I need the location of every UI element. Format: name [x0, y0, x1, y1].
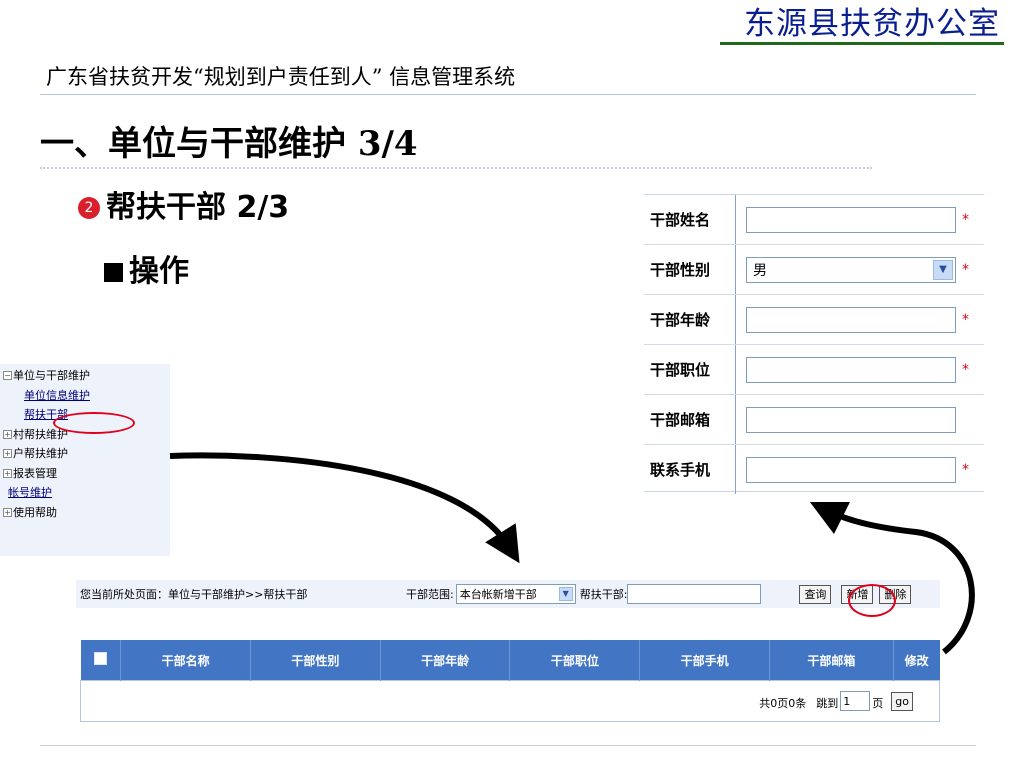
subsection-title: 帮扶干部 2/3 [106, 190, 290, 225]
select-all-checkbox[interactable] [93, 652, 107, 665]
nav-item-help[interactable]: + 使用帮助 [0, 503, 170, 523]
expand-icon[interactable]: + [3, 429, 12, 439]
page-summary: 共0页0条 [759, 697, 807, 710]
jump-label: 跳到 [816, 697, 839, 710]
toolbar: 您当前所处页面：单位与干部维护>>帮扶干部 干部范围: 本台帐新增干部 ▼ 帮扶… [76, 580, 940, 608]
form-label: 干部性别 [644, 245, 736, 294]
required-mark: * [962, 311, 969, 328]
column-header: 干部邮箱 [769, 640, 894, 681]
column-header: 干部手机 [639, 640, 770, 681]
nav-item-label: 户帮扶维护 [13, 447, 68, 460]
form-row-gender: 干部性别 男 ▼ * [644, 245, 984, 295]
cadre-table: 干部名称 干部性别 干部年龄 干部职位 干部手机 干部邮箱 修改 共0页0条 跳… [80, 640, 940, 722]
nav-item-unit-cadre[interactable]: − 单位与干部维护 [0, 366, 170, 386]
cadre-position-input[interactable] [746, 356, 956, 383]
org-title-underline [720, 42, 1004, 45]
cadre-phone-input[interactable] [746, 456, 956, 483]
required-mark: * [962, 261, 969, 278]
nav-item-label: 单位与干部维护 [13, 369, 90, 382]
form-row-position: 干部职位 * [644, 345, 984, 395]
column-header: 干部年龄 [380, 640, 511, 681]
column-header: 干部职位 [509, 640, 641, 681]
page-unit: 页 [872, 697, 884, 710]
cadre-age-input[interactable] [746, 306, 956, 333]
highlight-circle-help-cadre [53, 412, 135, 434]
required-mark: * [962, 461, 969, 478]
collapse-icon[interactable]: − [3, 371, 12, 381]
chevron-down-icon[interactable]: ▼ [558, 587, 573, 601]
nav-item-label: 报表管理 [13, 466, 57, 480]
cadre-gender-select[interactable]: 男 ▼ [746, 256, 956, 283]
form-row-age: 干部年龄 * [644, 295, 984, 345]
table-header-row: 干部名称 干部性别 干部年龄 干部职位 干部手机 干部邮箱 修改 [80, 640, 940, 681]
nav-item-label[interactable]: 单位信息维护 [24, 386, 90, 406]
cadre-search-input[interactable] [627, 584, 762, 604]
footer-divider [40, 745, 976, 746]
numbered-bullet-icon: 2 [78, 197, 100, 219]
form-row-phone: 联系手机 * [644, 445, 984, 494]
operation-title: 操作 [129, 254, 189, 289]
form-label: 联系手机 [644, 445, 736, 494]
select-all-header [80, 640, 122, 681]
highlight-circle-add [848, 584, 896, 617]
pagination-cell: 共0页0条 跳到 页 go [80, 680, 940, 722]
select-value: 本台帐新增干部 [459, 588, 537, 601]
page-number-input[interactable] [840, 691, 871, 711]
form-label: 干部姓名 [644, 195, 736, 244]
required-mark: * [962, 211, 969, 228]
nav-item-household[interactable]: + 户帮扶维护 [0, 444, 170, 464]
cadre-email-input[interactable] [746, 406, 956, 433]
column-header: 干部性别 [250, 640, 381, 681]
go-button[interactable]: go [891, 692, 913, 711]
query-button[interactable]: 查询 [799, 584, 832, 604]
pagination-row: 共0页0条 跳到 页 go [80, 680, 940, 722]
nav-item-reports[interactable]: + 报表管理 [0, 464, 170, 484]
nav-item-label[interactable]: 帐号维护 [8, 483, 52, 503]
cadre-name-input[interactable] [746, 206, 956, 233]
expand-icon[interactable]: + [3, 449, 12, 459]
chevron-down-icon[interactable]: ▼ [933, 259, 953, 280]
org-title: 东源县扶贫办公室 [744, 6, 1000, 42]
form-label: 干部年龄 [644, 295, 736, 344]
cadre-search-label: 帮扶干部: [579, 588, 628, 601]
form-row-email: 干部邮箱 [644, 395, 984, 445]
nav-tree: − 单位与干部维护 单位信息维护 帮扶干部 + 村帮扶维护 + 户帮扶维护 + … [0, 364, 170, 556]
select-value: 男 [753, 262, 767, 279]
nav-item-unit-info[interactable]: 单位信息维护 [0, 386, 170, 406]
column-header: 干部名称 [120, 640, 251, 681]
section-title: 一、单位与干部维护 3/4 [40, 124, 418, 164]
arrow-nav-to-table [169, 452, 520, 564]
breadcrumb: 您当前所处页面：单位与干部维护>>帮扶干部 [80, 588, 308, 601]
form-row-name: 干部姓名 * [644, 195, 984, 245]
form-label: 干部职位 [644, 345, 736, 394]
scope-label: 干部范围: [406, 588, 454, 601]
form-label: 干部邮箱 [644, 395, 736, 444]
square-bullet-icon [104, 262, 123, 282]
cadre-form: 干部姓名 * 干部性别 男 ▼ * 干部年龄 * 干部职位 * 干部邮箱 联系手… [644, 194, 984, 494]
nav-item-label: 使用帮助 [13, 505, 57, 519]
scope-select[interactable]: 本台帐新增干部 ▼ [455, 584, 576, 604]
required-mark: * [962, 361, 969, 378]
operation-heading: 操作 [104, 250, 189, 294]
section-dotted-divider [40, 167, 872, 169]
nav-item-account[interactable]: 帐号维护 [0, 483, 170, 503]
subsection-heading: 2 帮扶干部 2/3 [78, 186, 289, 230]
pagination: 共0页0条 跳到 页 go [759, 691, 913, 711]
header-divider [40, 94, 976, 95]
system-title: 广东省扶贫开发“规划到户责任到人” 信息管理系统 [46, 65, 516, 89]
expand-icon[interactable]: + [3, 468, 12, 478]
column-header: 修改 [893, 640, 940, 681]
expand-icon[interactable]: + [3, 507, 12, 517]
